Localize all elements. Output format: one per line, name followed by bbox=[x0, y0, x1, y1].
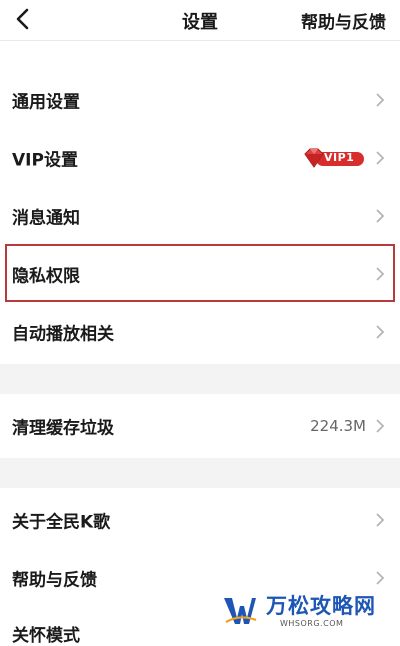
chevron-right-icon bbox=[376, 151, 385, 165]
watermark-domain: WHSORG.COM bbox=[280, 619, 344, 628]
row-label: 清理缓存垃圾 bbox=[12, 418, 114, 439]
help-feedback-link[interactable]: 帮助与反馈 bbox=[301, 8, 386, 33]
section-gap bbox=[0, 364, 400, 394]
row-label: VIP设置 bbox=[12, 150, 78, 171]
header-divider bbox=[0, 40, 400, 41]
row-label: 关于全民K歌 bbox=[12, 512, 111, 533]
diamond-icon bbox=[304, 148, 324, 168]
chevron-right-icon bbox=[376, 419, 385, 433]
vip-level-badge: VIP1 bbox=[302, 148, 366, 168]
highlight-annotation-box bbox=[5, 244, 395, 302]
chevron-right-icon bbox=[376, 325, 385, 339]
settings-row-vip[interactable]: VIP设置 VIP1 bbox=[0, 130, 400, 186]
row-label: 消息通知 bbox=[12, 208, 80, 229]
settings-row-clear-cache[interactable]: 清理缓存垃圾 224.3M bbox=[0, 398, 400, 454]
watermark-name: 万松攻略网 bbox=[266, 594, 376, 618]
chevron-right-icon bbox=[376, 93, 385, 107]
chevron-right-icon bbox=[376, 209, 385, 223]
vip-level-text: VIP1 bbox=[324, 151, 355, 164]
settings-row-notifications[interactable]: 消息通知 bbox=[0, 188, 400, 244]
settings-row-about[interactable]: 关于全民K歌 bbox=[0, 492, 400, 548]
site-watermark: 万松攻略网 WHSORG.COM bbox=[218, 584, 400, 636]
settings-row-autoplay[interactable]: 自动播放相关 bbox=[0, 304, 400, 360]
settings-row-general[interactable]: 通用设置 bbox=[0, 72, 400, 128]
section-gap bbox=[0, 458, 400, 488]
settings-row-care-mode[interactable]: 关怀模式 bbox=[12, 621, 80, 646]
watermark-logo-icon bbox=[224, 598, 257, 624]
top-bar: 设置 帮助与反馈 bbox=[0, 0, 400, 40]
cache-size-value: 224.3M bbox=[310, 417, 366, 435]
chevron-right-icon bbox=[376, 513, 385, 527]
row-label: 通用设置 bbox=[12, 92, 80, 113]
row-label: 自动播放相关 bbox=[12, 324, 114, 345]
row-label: 帮助与反馈 bbox=[12, 570, 97, 591]
